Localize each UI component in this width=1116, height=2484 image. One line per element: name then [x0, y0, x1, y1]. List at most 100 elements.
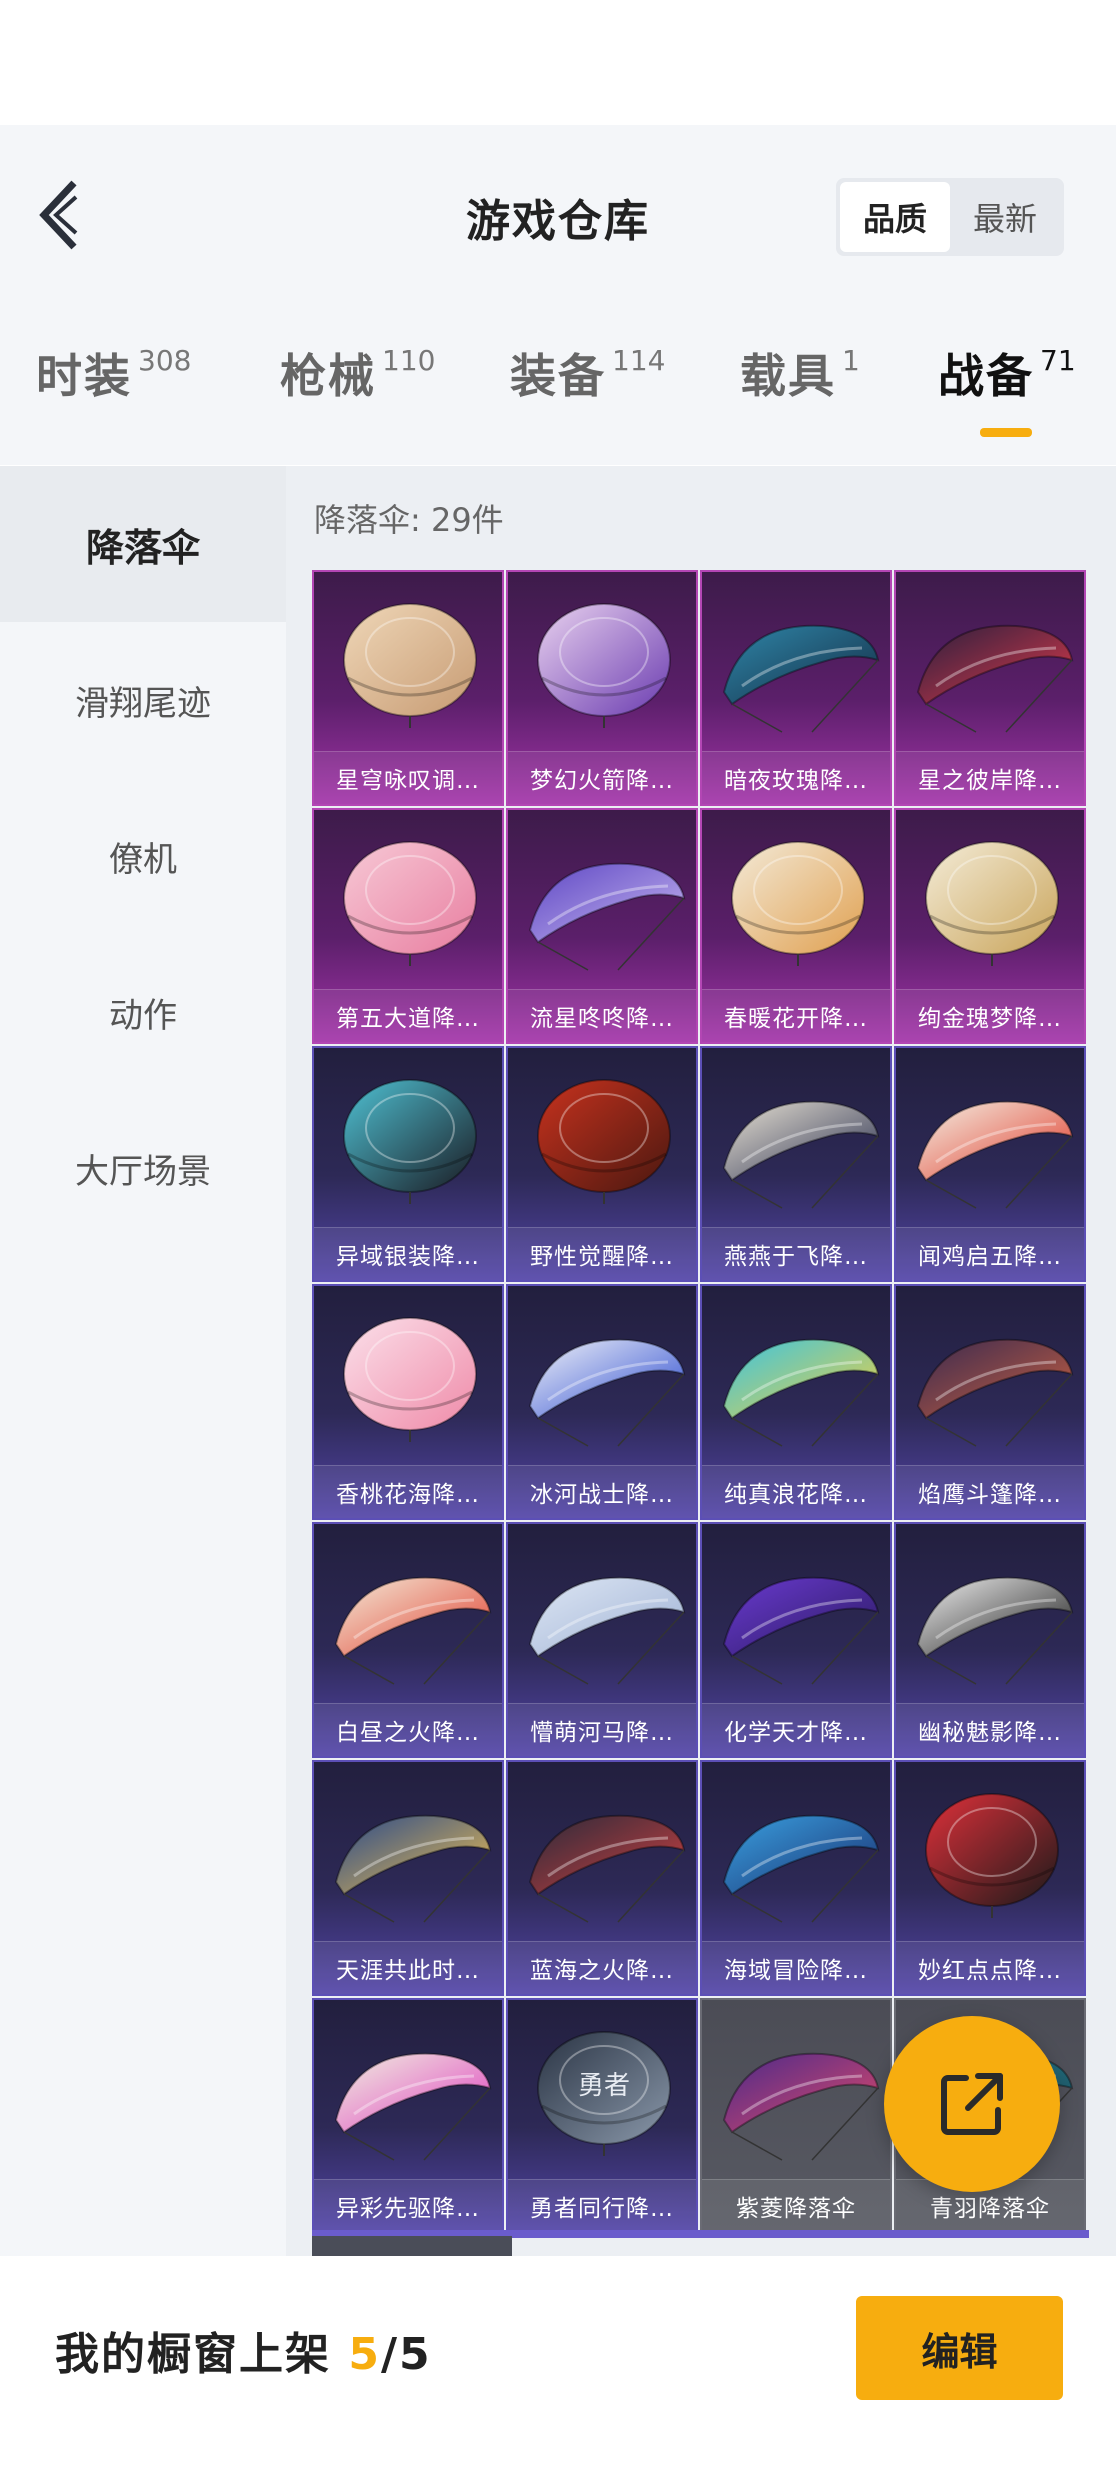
showcase-current-count: 5: [348, 2329, 381, 2380]
parachute-card[interactable]: 星穹咏叹调…: [312, 570, 504, 806]
tab-count: 114: [612, 344, 666, 377]
parachute-image: [334, 1576, 492, 1685]
parachute-name: 焰鹰斗篷降…: [896, 1465, 1084, 1518]
parachute-name: 懵萌河马降…: [508, 1703, 696, 1756]
parachute-name: 纯真浪花降…: [702, 1465, 890, 1518]
parachute-card[interactable]: 蓝海之火降…: [506, 1760, 698, 1996]
parachute-image: [916, 624, 1074, 733]
parachute-card[interactable]: 流星咚咚降…: [506, 808, 698, 1044]
sort-option-newest[interactable]: 最新: [950, 182, 1060, 252]
parachute-name: 暗夜玫瑰降…: [702, 751, 890, 804]
parachute-card[interactable]: 绚金瑰梦降…: [894, 808, 1086, 1044]
tab-battle-gear[interactable]: 战备 71: [938, 340, 1076, 440]
parachute-image: [916, 1576, 1074, 1685]
parachute-card[interactable]: 妙红点点降…: [894, 1760, 1086, 1996]
parachute-image: [722, 1576, 880, 1685]
parachute-name: 春暖花开降…: [702, 989, 890, 1042]
parachute-image: [722, 1338, 880, 1447]
parachute-card[interactable]: 第五大道降…: [312, 808, 504, 1044]
parachute-name: 闻鸡启五降…: [896, 1227, 1084, 1280]
tab-label: 枪械: [280, 349, 376, 403]
parachute-image: [925, 841, 1059, 966]
parachute-card[interactable]: 闻鸡启五降…: [894, 1046, 1086, 1282]
tab-count: 110: [382, 344, 436, 377]
parachute-image: [722, 1814, 880, 1923]
sort-toggle[interactable]: 品质 最新: [836, 178, 1064, 256]
parachute-image: 勇者: [537, 2031, 671, 2156]
parachute-name: 梦幻火箭降…: [508, 751, 696, 804]
parachute-name: 香桃花海降…: [314, 1465, 502, 1518]
parachute-name: 流星咚咚降…: [508, 989, 696, 1042]
parachute-image: [343, 1317, 477, 1442]
parachute-card[interactable]: 暗夜玫瑰降…: [700, 570, 892, 806]
next-row-peek: [312, 2236, 512, 2258]
parachute-image: [722, 624, 880, 733]
parachute-name: 妙红点点降…: [896, 1941, 1084, 1994]
parachute-card[interactable]: 纯真浪花降…: [700, 1284, 892, 1520]
parachute-name: 异域银装降…: [314, 1227, 502, 1280]
tab-weapons[interactable]: 枪械 110: [280, 340, 435, 440]
tab-equipment[interactable]: 装备 114: [510, 340, 665, 440]
parachute-image: [528, 1814, 686, 1923]
tab-count: 1: [842, 344, 860, 377]
parachute-image: [343, 841, 477, 966]
parachute-image: [916, 1100, 1074, 1209]
tab-label: 载具: [740, 349, 836, 403]
parachute-card[interactable]: 天涯共此时…: [312, 1760, 504, 1996]
parachute-image: [334, 2052, 492, 2161]
parachute-image: [528, 1576, 686, 1685]
sort-option-quality[interactable]: 品质: [840, 182, 950, 252]
parachute-card[interactable]: 冰河战士降…: [506, 1284, 698, 1520]
parachute-card[interactable]: 野性觉醒降…: [506, 1046, 698, 1282]
parachute-card[interactable]: 燕燕于飞降…: [700, 1046, 892, 1282]
parachute-image: [537, 1079, 671, 1204]
sidebar-item-glide-trail[interactable]: 滑翔尾迹: [0, 622, 286, 778]
sidebar: 降落伞 滑翔尾迹 僚机 动作 大厅场景: [0, 466, 286, 2256]
parachute-card[interactable]: 海域冒险降…: [700, 1760, 892, 1996]
parachute-name: 勇者同行降…: [508, 2179, 696, 2232]
parachute-card[interactable]: 焰鹰斗篷降…: [894, 1284, 1086, 1520]
edit-button[interactable]: 编辑: [856, 2296, 1063, 2400]
parachute-name: 紫菱降落伞: [702, 2179, 890, 2232]
parachute-card[interactable]: 香桃花海降…: [312, 1284, 504, 1520]
parachute-card[interactable]: 梦幻火箭降…: [506, 570, 698, 806]
parachute-card[interactable]: 化学天才降…: [700, 1522, 892, 1758]
tab-count: 308: [138, 344, 192, 377]
parachute-name: 星之彼岸降…: [896, 751, 1084, 804]
parachute-image: [731, 841, 865, 966]
item-count-label: 降落伞: 29件: [314, 501, 504, 539]
parachute-card[interactable]: 异域银装降…: [312, 1046, 504, 1282]
parachute-name: 白昼之火降…: [314, 1703, 502, 1756]
parachute-image: [925, 1793, 1059, 1918]
parachute-image: [334, 1814, 492, 1923]
share-external-icon: [941, 2073, 1003, 2135]
parachute-card[interactable]: 懵萌河马降…: [506, 1522, 698, 1758]
parachute-name: 野性觉醒降…: [508, 1227, 696, 1280]
tab-count: 71: [1040, 344, 1076, 377]
sidebar-item-lobby-scene[interactable]: 大厅场景: [0, 1090, 286, 1246]
sidebar-item-emote[interactable]: 动作: [0, 934, 286, 1090]
parachute-card[interactable]: 紫菱降落伞: [700, 1998, 892, 2234]
parachute-card[interactable]: 白昼之火降…: [312, 1522, 504, 1758]
parachute-card[interactable]: 春暖花开降…: [700, 808, 892, 1044]
share-button[interactable]: [884, 2016, 1060, 2192]
sidebar-item-wingman[interactable]: 僚机: [0, 778, 286, 934]
active-tab-indicator: [980, 428, 1032, 437]
parachute-card[interactable]: 幽秘魅影降…: [894, 1522, 1086, 1758]
parachute-name: 异彩先驱降…: [314, 2179, 502, 2232]
tab-label: 装备: [510, 349, 606, 403]
parachute-card[interactable]: 异彩先驱降…: [312, 1998, 504, 2234]
parachute-name: 天涯共此时…: [314, 1941, 502, 1994]
parachute-name: 星穹咏叹调…: [314, 751, 502, 804]
tab-fashion[interactable]: 时装 308: [36, 340, 191, 440]
parachute-name: 燕燕于飞降…: [702, 1227, 890, 1280]
tab-vehicles[interactable]: 载具 1: [740, 340, 860, 440]
svg-text:勇者: 勇者: [578, 2071, 630, 2101]
parachute-name: 幽秘魅影降…: [896, 1703, 1084, 1756]
parachute-card[interactable]: 勇者勇者同行降…: [506, 1998, 698, 2234]
parachute-image: [722, 2052, 880, 2161]
sidebar-item-parachute[interactable]: 降落伞: [0, 466, 286, 622]
parachute-name: 蓝海之火降…: [508, 1941, 696, 1994]
parachute-image: [528, 1338, 686, 1447]
parachute-card[interactable]: 星之彼岸降…: [894, 570, 1086, 806]
